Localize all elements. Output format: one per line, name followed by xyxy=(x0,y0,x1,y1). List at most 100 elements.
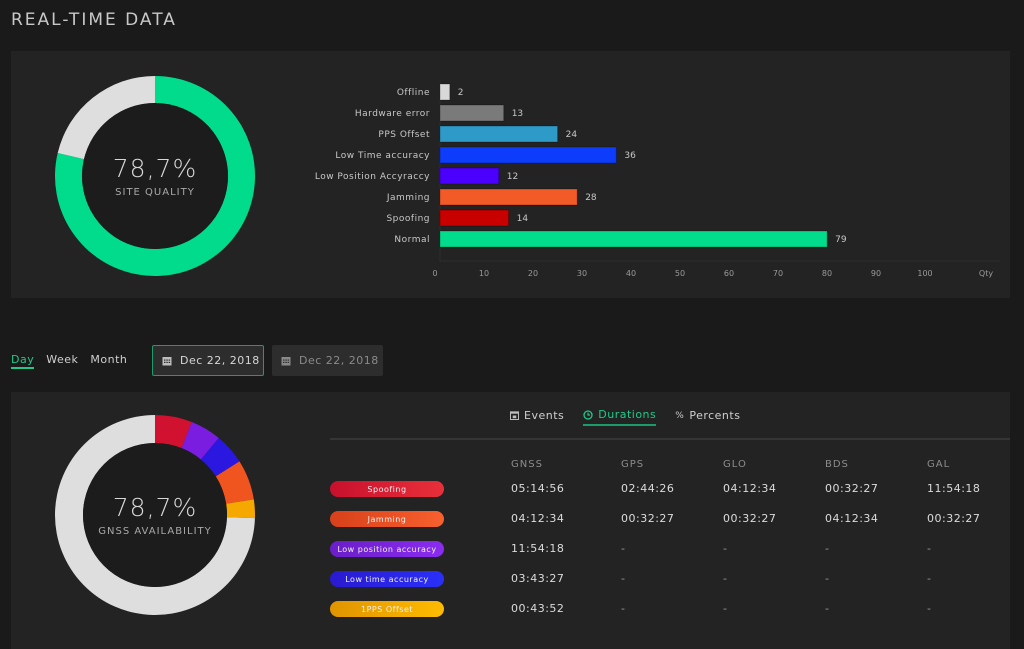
calendar-icon xyxy=(281,356,291,365)
x-tick-label: 10 xyxy=(479,269,489,278)
clock-icon xyxy=(583,409,593,420)
column-header-gnss: GNSS xyxy=(511,459,543,470)
range-tab-week[interactable]: Week xyxy=(46,353,78,369)
site-quality-value: 78,7% xyxy=(112,154,198,183)
table-cell-gnss: 04:12:34 xyxy=(511,512,565,525)
row-label-pill: Spoofing xyxy=(330,481,444,497)
bar-offline xyxy=(439,83,451,101)
site-quality-donut: 78,7% SITE QUALITY xyxy=(55,76,255,276)
table-cell-gps: - xyxy=(621,542,626,555)
gnss-availability-label: GNSS AVAILABILITY xyxy=(98,526,212,537)
table-cell-bds: 00:32:27 xyxy=(825,482,879,495)
tab-events-label: Events xyxy=(524,409,565,422)
gnss-availability-value: 78,7% xyxy=(112,493,198,522)
table-cell-gps: 00:32:27 xyxy=(621,512,675,525)
column-header-gps: GPS xyxy=(621,459,645,470)
x-tick-label: 50 xyxy=(675,269,685,278)
x-tick-label: 0 xyxy=(432,269,437,278)
x-axis-label: Qty xyxy=(979,269,993,278)
table-cell-glo: - xyxy=(723,602,728,615)
table-cell-gnss: 03:43:27 xyxy=(511,572,565,585)
calendar-icon xyxy=(162,356,172,365)
table-cell-gnss: 00:43:52 xyxy=(511,602,565,615)
x-tick-label: 70 xyxy=(773,269,783,278)
bar-spoofing xyxy=(439,209,510,227)
date-to-value: Dec 22, 2018 xyxy=(299,354,379,367)
date-from-field[interactable]: Dec 22, 2018 xyxy=(152,345,264,376)
bar-normal xyxy=(439,230,828,248)
table-cell-gps: - xyxy=(621,572,626,585)
percent-icon: % xyxy=(675,410,685,421)
table-cell-gps: 02:44:26 xyxy=(621,482,675,495)
page-title: REAL-TIME DATA xyxy=(11,10,177,30)
x-tick-label: 80 xyxy=(822,269,832,278)
bar-jamming xyxy=(439,188,578,206)
range-tabs: Day Week Month xyxy=(11,353,139,369)
bar-hardware-error xyxy=(439,104,505,122)
table-cell-glo: - xyxy=(723,542,728,555)
x-tick-label: 20 xyxy=(528,269,538,278)
bar-value-label: 24 xyxy=(566,130,578,140)
bar-label: Offline xyxy=(397,88,430,98)
x-tick-label: 30 xyxy=(577,269,587,278)
x-tick-label: 40 xyxy=(626,269,636,278)
table-cell-bds: - xyxy=(825,542,830,555)
tab-percents-label: Percents xyxy=(689,409,741,422)
column-header-gal: GAL xyxy=(927,459,951,470)
row-label-pill: Jamming xyxy=(330,511,444,527)
table-cell-gnss: 05:14:56 xyxy=(511,482,565,495)
tab-durations[interactable]: Durations xyxy=(583,408,657,426)
bar-value-label: 14 xyxy=(517,214,529,224)
table-cell-gal: 11:54:18 xyxy=(927,482,981,495)
date-to-field[interactable]: Dec 22, 2018 xyxy=(272,345,383,376)
table-cell-gps: - xyxy=(621,602,626,615)
calendar-icon xyxy=(510,411,519,420)
bar-label: Jamming xyxy=(386,193,430,203)
table-cell-glo: - xyxy=(723,572,728,585)
status-bar-chart: Offline 2 Hardware error 13 PPS Offset 24 Low … xyxy=(315,82,1000,278)
date-from-value: Dec 22, 2018 xyxy=(180,354,260,367)
bar-label: Spoofing xyxy=(386,214,430,224)
range-tab-day[interactable]: Day xyxy=(11,353,35,369)
row-label-pill: Low position accuracy xyxy=(330,541,444,557)
table-cell-gal: 00:32:27 xyxy=(927,512,981,525)
x-tick-label: 100 xyxy=(917,269,932,278)
tab-durations-label: Durations xyxy=(598,408,657,421)
bar-value-label: 36 xyxy=(624,151,636,161)
tab-events[interactable]: Events xyxy=(510,408,564,426)
bar-value-label: 13 xyxy=(512,109,523,119)
site-quality-label: SITE QUALITY xyxy=(115,187,195,198)
table-cell-gal: - xyxy=(927,572,932,585)
table-cell-bds: - xyxy=(825,602,830,615)
x-tick-label: 90 xyxy=(871,269,881,278)
row-label-pill: 1PPS Offset xyxy=(330,601,444,617)
column-header-glo: GLO xyxy=(723,459,747,470)
tab-percents[interactable]: % Percents xyxy=(675,408,740,426)
bar-label: Hardware error xyxy=(355,109,430,119)
table-cell-glo: 04:12:34 xyxy=(723,482,777,495)
table-cell-bds: - xyxy=(825,572,830,585)
table-cell-gnss: 11:54:18 xyxy=(511,542,565,555)
bar-value-label: 2 xyxy=(458,88,464,98)
table-cell-glo: 00:32:27 xyxy=(723,512,777,525)
bar-label: PPS Offset xyxy=(378,130,430,140)
bar-value-label: 12 xyxy=(507,172,518,182)
bar-value-label: 28 xyxy=(585,193,597,203)
column-header-bds: BDS xyxy=(825,459,849,470)
bar-label: Low Time accuracy xyxy=(335,151,430,161)
table-cell-gal: - xyxy=(927,602,932,615)
bar-low-position-accyraccy xyxy=(439,167,500,185)
bar-low-time-accuracy xyxy=(439,146,617,164)
table-cell-gal: - xyxy=(927,542,932,555)
view-tabs: Events Durations % Percents xyxy=(510,408,759,426)
row-label-pill: Low time accuracy xyxy=(330,571,444,587)
x-tick-label: 60 xyxy=(724,269,734,278)
bar-pps-offset xyxy=(439,125,559,143)
bar-label: Low Position Accyraccy xyxy=(315,172,430,182)
tabs-divider xyxy=(330,438,1010,440)
range-tab-month[interactable]: Month xyxy=(90,353,127,369)
bar-value-label: 79 xyxy=(835,235,847,245)
table-cell-bds: 04:12:34 xyxy=(825,512,879,525)
bar-label: Normal xyxy=(394,235,430,245)
gnss-availability-donut: 78,7% GNSS AVAILABILITY xyxy=(55,415,255,615)
